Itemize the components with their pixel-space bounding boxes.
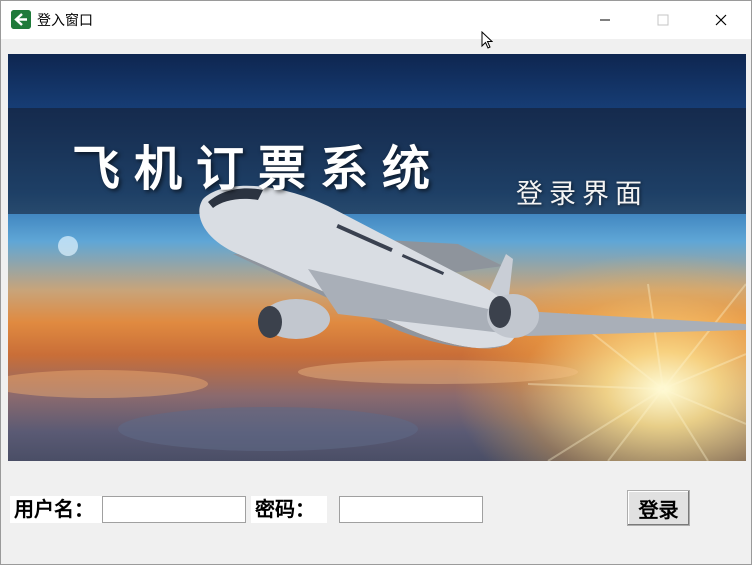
close-icon — [715, 14, 727, 26]
minimize-button[interactable] — [576, 1, 634, 39]
username-input[interactable] — [102, 496, 246, 523]
maximize-icon — [657, 14, 669, 26]
banner-image: 飞机订票系统 登录界面 — [8, 54, 746, 461]
login-window: 登入窗口 飞机订票系统 登录界面 用户名： 密码： 登录 — [0, 0, 752, 565]
login-subtitle: 登录界面 — [516, 179, 648, 210]
back-arrow-icon — [11, 10, 31, 29]
close-button[interactable] — [692, 1, 750, 39]
system-title: 飞机订票系统 — [72, 141, 445, 197]
airplane-illustration — [199, 185, 746, 349]
password-label: 密码： — [251, 496, 327, 523]
minimize-icon — [600, 19, 610, 21]
username-label: 用户名： — [10, 496, 102, 523]
maximize-button[interactable] — [634, 1, 692, 39]
window-title: 登入窗口 — [37, 13, 93, 29]
login-button[interactable]: 登录 — [627, 490, 690, 526]
title-bar[interactable]: 登入窗口 — [1, 1, 751, 39]
mouse-cursor-icon — [481, 30, 494, 53]
password-input[interactable] — [339, 496, 483, 523]
